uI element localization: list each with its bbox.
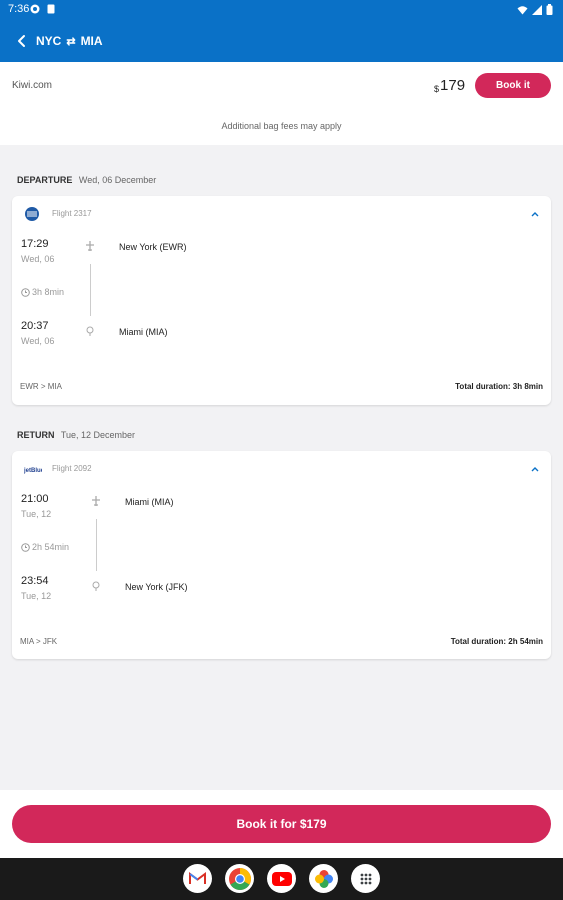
bottom-action-bar: Book it for $179 [0, 790, 563, 858]
jetblue-logo-icon: jetBlue [24, 468, 42, 474]
departure-section-label: DEPARTURE Wed, 06 December [17, 175, 156, 185]
app-dock [183, 864, 380, 893]
departure-time: 21:00 [21, 493, 49, 505]
gmail-icon[interactable] [183, 864, 212, 893]
return-flight-card[interactable]: jetBlue Flight 2092 21:00 Tue, 12 2h 54m… [12, 451, 551, 659]
price-value: 179 [440, 77, 466, 94]
youtube-icon[interactable] [267, 864, 296, 893]
departure-flight-card[interactable]: Flight 2317 17:29 Wed, 06 3h 8min 20:37 … [12, 196, 551, 405]
departure-label: DEPARTURE [17, 175, 73, 185]
flight-duration: 3h 8min [21, 287, 64, 297]
wifi-icon [517, 5, 528, 14]
clock-icon [21, 542, 30, 552]
signal-icon [532, 4, 542, 15]
bag-fees-note: Additional bag fees may apply [221, 121, 342, 131]
book-it-button[interactable]: Book it [475, 73, 551, 98]
airplane-icon [92, 496, 100, 506]
origin-code: NYC [36, 34, 62, 48]
route-summary: EWR > MIA [20, 382, 63, 391]
total-duration: Total duration: 3h 8min [455, 382, 543, 391]
book-it-for-price-button[interactable]: Book it for $179 [12, 805, 551, 843]
chrome-icon[interactable] [225, 864, 254, 893]
airplane-icon [86, 241, 94, 251]
arrival-day: Tue, 12 [21, 591, 52, 601]
return-date: Tue, 12 December [60, 430, 136, 440]
departure-time: 17:29 [21, 238, 49, 250]
svg-text:jetBlue: jetBlue [24, 468, 42, 474]
round-trip-icon: ⇄ [66, 35, 76, 48]
total-duration: Total duration: 2h 54min [450, 637, 543, 646]
arrival-time: 20:37 [21, 320, 49, 332]
origin-place: New York (EWR) [119, 242, 187, 252]
united-airlines-logo-icon [25, 207, 39, 221]
timeline-line [90, 264, 91, 316]
currency-symbol: $ [434, 84, 440, 94]
settings-status-icon [30, 4, 40, 14]
flight-number: Flight 2092 [52, 464, 92, 473]
status-bar: 7:36 [0, 0, 563, 20]
route-title: NYC ⇄ MIA [36, 34, 103, 48]
route-summary: MIA > JFK [20, 637, 58, 646]
departure-date: Wed, 06 December [78, 175, 157, 185]
storage-status-icon [47, 4, 55, 14]
location-pin-icon [86, 326, 94, 336]
vendor-name: Kiwi.com [12, 80, 53, 91]
photos-icon[interactable] [309, 864, 338, 893]
flight-duration: 2h 54min [21, 542, 69, 552]
destination-place: New York (JFK) [125, 582, 188, 592]
arrival-time: 23:54 [21, 575, 49, 587]
price-header: Kiwi.com $179 Book it Additional bag fee… [0, 62, 563, 145]
arrival-day: Wed, 06 [21, 336, 55, 346]
chevron-up-icon[interactable] [529, 208, 541, 220]
price-display: $179 [434, 77, 465, 94]
chevron-up-icon[interactable] [529, 463, 541, 475]
status-time: 7:36 [8, 3, 30, 15]
navigation-bar [0, 858, 563, 900]
origin-place: Miami (MIA) [125, 497, 174, 507]
return-label: RETURN [17, 430, 55, 440]
timeline-line [96, 519, 97, 571]
return-section-label: RETURN Tue, 12 December [17, 430, 135, 440]
departure-day: Wed, 06 [21, 254, 55, 264]
app-drawer-icon[interactable] [351, 864, 380, 893]
battery-icon [546, 4, 553, 15]
destination-code: MIA [80, 34, 103, 48]
location-pin-icon [92, 581, 100, 591]
app-bar: NYC ⇄ MIA [0, 20, 563, 62]
clock-icon [21, 287, 30, 297]
flight-number: Flight 2317 [52, 209, 92, 218]
back-arrow-icon[interactable] [10, 29, 34, 53]
destination-place: Miami (MIA) [119, 327, 168, 337]
departure-day: Tue, 12 [21, 509, 52, 519]
